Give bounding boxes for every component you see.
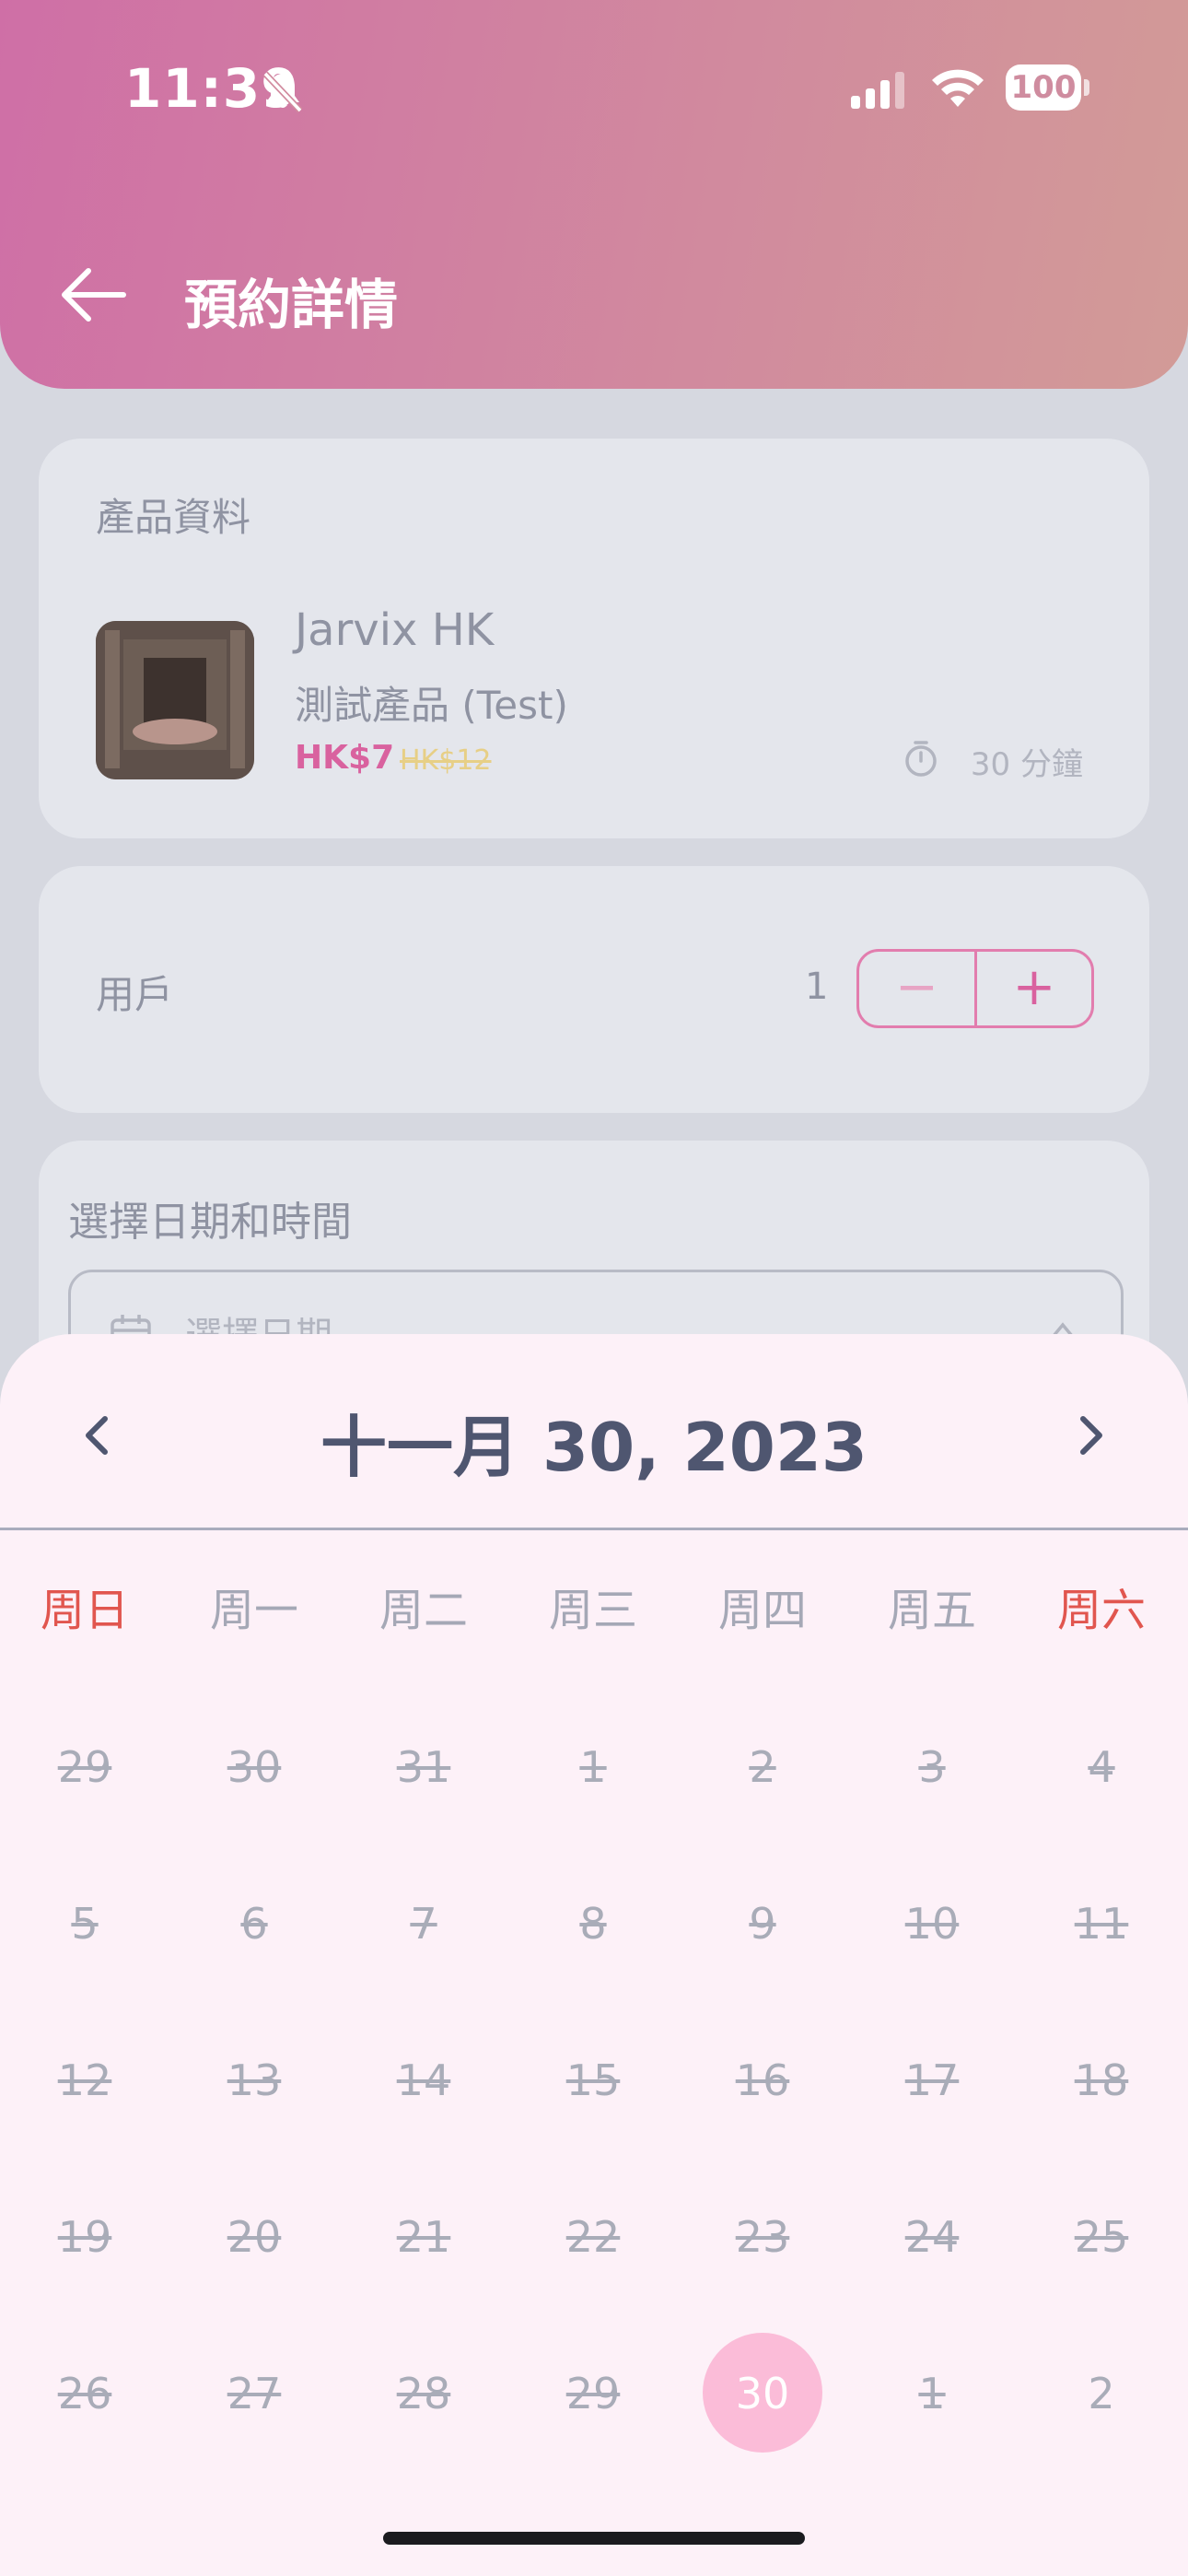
user-count: 1 <box>805 966 829 1008</box>
calendar-day: 24 <box>904 2212 960 2262</box>
product-card: 產品資料 Jarvix HK 測試產品 (Test) HK$7 HK$12 30… <box>39 439 1149 838</box>
calendar-day: 11 <box>1074 1899 1129 1949</box>
calendar-day: 1 <box>579 1742 607 1792</box>
shop-name: Jarvix HK <box>295 604 495 656</box>
users-card: 用戶 1 − + <box>39 866 1149 1113</box>
calendar-day: 18 <box>1074 2055 1129 2105</box>
product-section-title: 產品資料 <box>96 495 251 540</box>
calendar-day: 30 <box>227 1742 282 1792</box>
calendar-day: 12 <box>57 2055 112 2105</box>
weekday-sunday: 周日 <box>40 1585 129 1636</box>
calendar-day: 3 <box>918 1742 946 1792</box>
cellular-signal-icon <box>851 72 904 109</box>
weekday-saturday: 周六 <box>1056 1585 1146 1636</box>
user-quantity-stepper: − + <box>856 949 1094 1028</box>
product-image <box>96 621 254 779</box>
wifi-icon <box>932 69 984 107</box>
calendar-day: 26 <box>57 2369 112 2418</box>
home-indicator <box>383 2532 805 2545</box>
calendar-day: 1 <box>918 2369 946 2418</box>
calendar-day: 16 <box>735 2055 790 2105</box>
increase-users-button[interactable]: + <box>977 952 1091 1025</box>
calendar-day: 14 <box>396 2055 451 2105</box>
calendar-day[interactable]: 2 <box>1017 2348 1186 2440</box>
next-month-button[interactable] <box>1074 1408 1111 1463</box>
calendar-day: 27 <box>227 2369 282 2418</box>
calendar-day: 31 <box>396 1742 451 1792</box>
calendar-day: 17 <box>904 2055 960 2105</box>
calendar-day: 2 <box>749 1742 776 1792</box>
product-duration: 30 分鐘 <box>970 746 1083 783</box>
calendar-day: 13 <box>227 2055 282 2105</box>
timer-icon <box>905 741 937 777</box>
calendar-day: 9 <box>749 1899 776 1949</box>
calendar-day: 4 <box>1088 1742 1115 1792</box>
product-name: 測試產品 (Test) <box>295 683 568 728</box>
product-original-price: HK$12 <box>400 744 492 777</box>
weekday-tuesday: 周二 <box>379 1585 468 1636</box>
calendar-bottom-sheet: 十一月 30, 2023 周日 周一 周二 周三 周四 周五 周六 29 30 … <box>0 1334 1188 2576</box>
calendar-divider <box>0 1528 1188 1530</box>
users-label: 用戶 <box>96 972 174 1017</box>
decrease-users-button[interactable]: − <box>859 952 977 1025</box>
calendar-day: 28 <box>396 2369 451 2418</box>
calendar-day: 20 <box>227 2212 282 2262</box>
calendar-day: 23 <box>735 2212 790 2262</box>
battery-icon: 100 <box>1006 64 1090 111</box>
battery-level: 100 <box>1006 64 1081 111</box>
back-arrow-icon[interactable] <box>57 263 127 326</box>
calendar-day: 7 <box>410 1899 437 1949</box>
page-title: 預約詳情 <box>184 274 399 336</box>
calendar-day: 8 <box>579 1899 607 1949</box>
weekday-monday: 周一 <box>209 1585 298 1636</box>
calendar-day-selected[interactable]: 30 <box>678 2333 847 2453</box>
app-header: 11:39 100 預約詳情 <box>0 0 1188 389</box>
calendar-month-title: 十一月 30, 2023 <box>320 1409 868 1486</box>
bell-muted-icon <box>262 71 303 113</box>
date-time-section-title: 選擇日期和時間 <box>68 1199 352 1246</box>
calendar-day: 22 <box>565 2212 621 2262</box>
weekday-wednesday: 周三 <box>548 1585 637 1636</box>
calendar-day: 19 <box>57 2212 112 2262</box>
calendar-day: 10 <box>904 1899 960 1949</box>
calendar-day: 29 <box>565 2369 621 2418</box>
calendar-day: 25 <box>1074 2212 1129 2262</box>
calendar-day: 15 <box>565 2055 621 2105</box>
calendar-day: 6 <box>240 1899 268 1949</box>
weekday-thursday: 周四 <box>717 1585 807 1636</box>
calendar-day: 5 <box>71 1899 99 1949</box>
calendar-day: 29 <box>57 1742 112 1792</box>
product-price: HK$7 <box>295 739 395 777</box>
calendar-day: 21 <box>396 2212 451 2262</box>
weekday-friday: 周五 <box>887 1585 976 1636</box>
